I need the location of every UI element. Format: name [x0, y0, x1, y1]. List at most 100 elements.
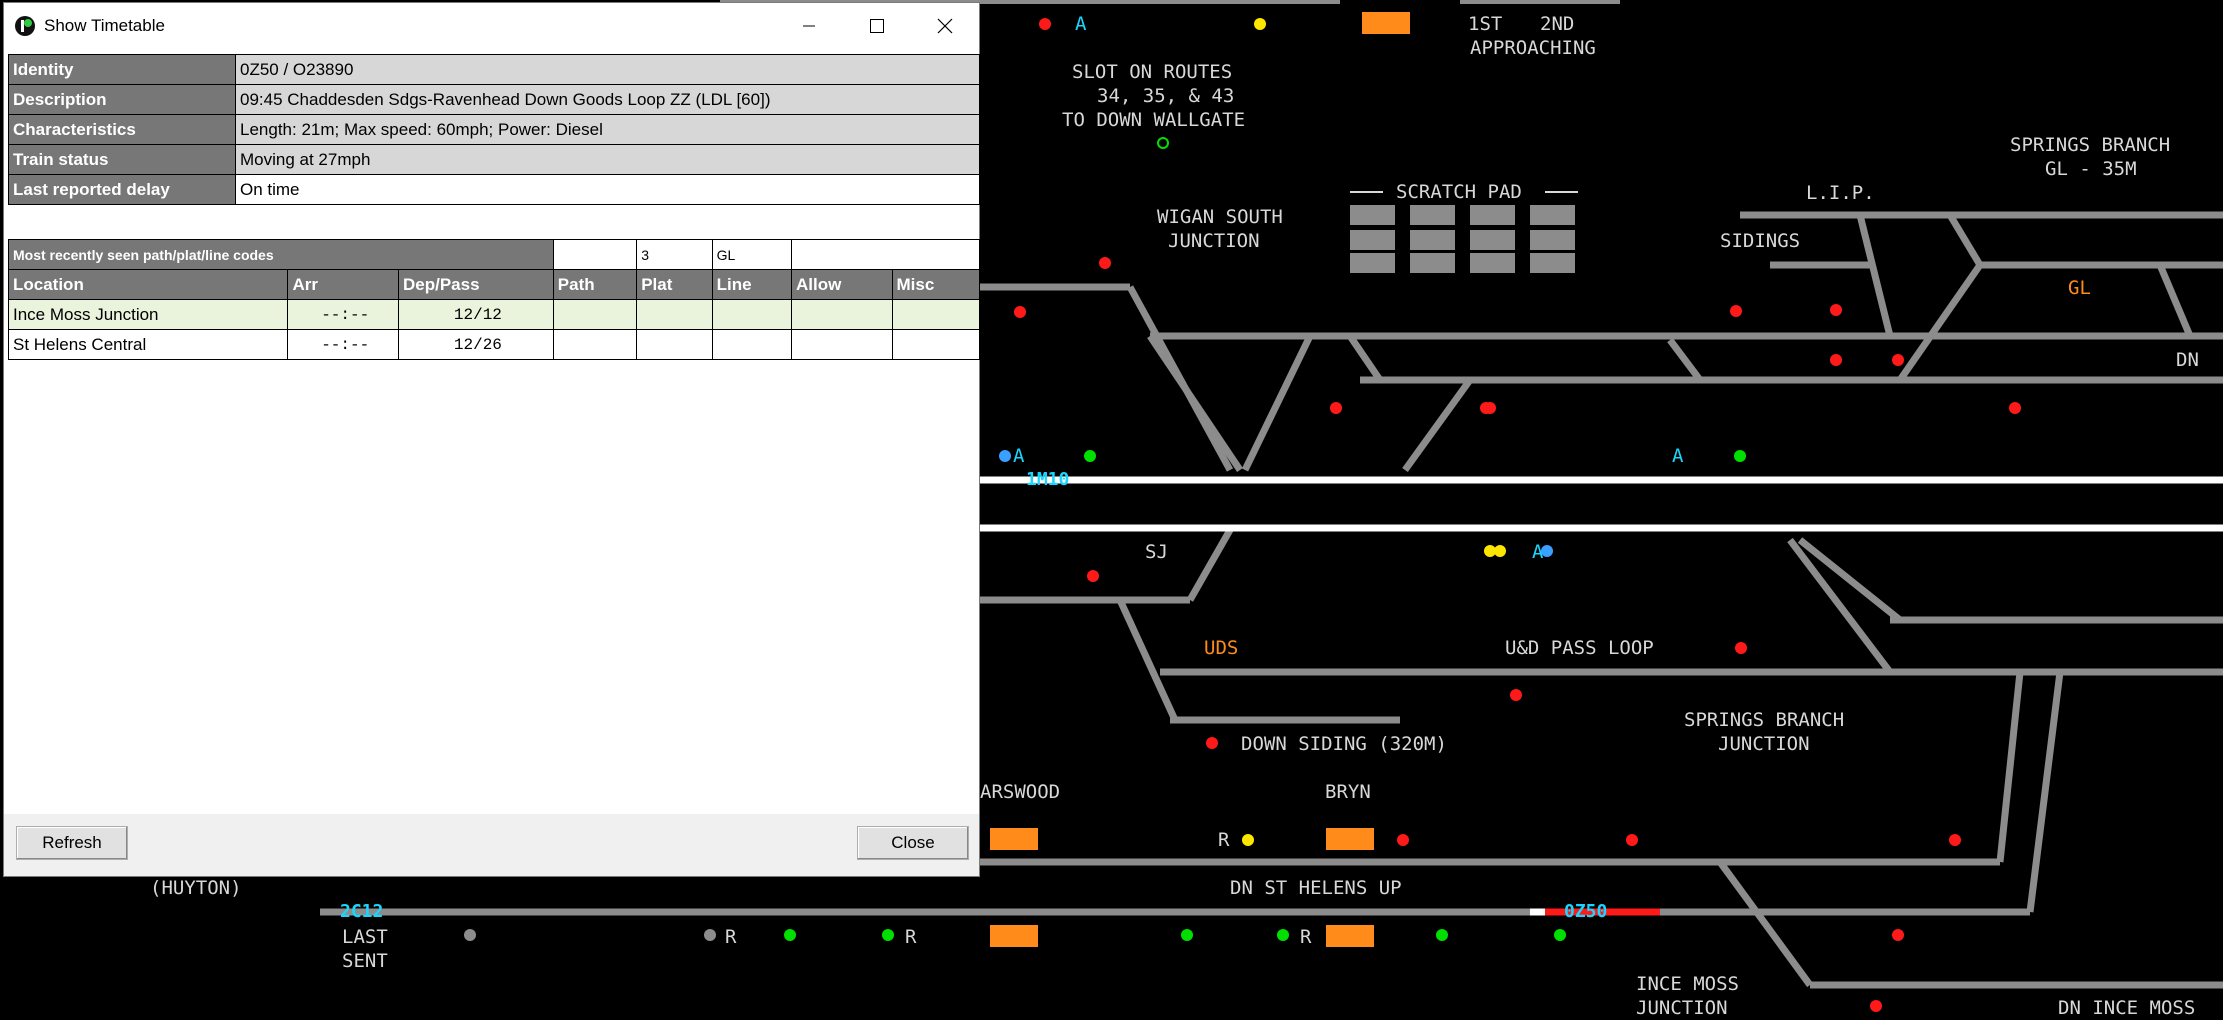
cell-line: [711, 299, 793, 330]
headcode-0z50[interactable]: 0Z50: [1564, 901, 1607, 922]
label-r-1: R: [1218, 829, 1230, 851]
label-dn-st-helens-up: DN ST HELENS UP: [1230, 877, 1402, 899]
close-button[interactable]: Close: [857, 826, 969, 860]
info-value: Length: 21m; Max speed: 60mph; Power: Di…: [235, 114, 980, 145]
cell-path: [552, 329, 638, 360]
label-huyton: (HUYTON): [150, 877, 242, 899]
info-key: Description: [8, 84, 236, 115]
label-sj: SJ: [1145, 541, 1168, 563]
label-sidings: SIDINGS: [1720, 230, 1801, 252]
cell-dep: 12/12: [398, 299, 554, 330]
label-r-3: R: [905, 926, 917, 948]
label-a-4: A: [1532, 541, 1544, 563]
info-key: Characteristics: [8, 114, 236, 145]
close-window-button[interactable]: [911, 3, 979, 49]
table-row[interactable]: Ince Moss Junction --:-- 12/12: [7, 299, 981, 330]
window-title: Show Timetable: [44, 16, 165, 35]
label-sent: SENT: [342, 950, 388, 972]
col-header-arr[interactable]: Arr: [287, 269, 399, 300]
info-key: Train status: [8, 144, 236, 175]
table-row[interactable]: St Helens Central --:-- 12/26: [7, 329, 981, 360]
label-sbj-2: JUNCTION: [1718, 733, 1810, 755]
info-key: Last reported delay: [8, 174, 236, 205]
label-uds: UDS: [1204, 637, 1239, 659]
label-a-2: A: [1013, 445, 1025, 467]
label-approaching: APPROACHING: [1470, 37, 1596, 59]
col-header-misc[interactable]: Misc: [891, 269, 981, 300]
info-row-characteristics: Characteristics Length: 21m; Max speed: …: [8, 114, 980, 145]
col-header-dep-pass[interactable]: Dep/Pass: [398, 269, 554, 300]
info-row-train-status: Train status Moving at 27mph: [8, 144, 980, 175]
label-ince-2: JUNCTION: [1636, 997, 1728, 1019]
info-key: Identity: [8, 54, 236, 85]
line-code: GL: [711, 239, 793, 270]
refresh-button[interactable]: Refresh: [16, 826, 128, 860]
label-last: LAST: [342, 926, 388, 948]
label-gl: GL: [2068, 277, 2091, 299]
scratch-pad-grid: [1350, 191, 1578, 273]
info-value: 09:45 Chaddesden Sdgs-Ravenhead Down Goo…: [235, 84, 980, 115]
info-value: 0Z50 / O23890: [235, 54, 980, 85]
label-a-1: A: [1075, 13, 1087, 35]
info-row-last-delay: Last reported delay On time: [8, 174, 980, 205]
label-a-3: A: [1672, 445, 1684, 467]
cell-arr: --:--: [287, 299, 399, 330]
dialog-body: Identity 0Z50 / O23890 Description 09:45…: [4, 49, 981, 876]
plat-code: 3: [636, 239, 713, 270]
label-bamfurlong: ARSWOOD: [980, 781, 1061, 803]
cell-misc: [891, 329, 981, 360]
label-slot-3: TO DOWN WALLGATE: [1062, 109, 1246, 131]
label-springs-branch-2: GL - 35M: [2045, 158, 2137, 180]
cell-allow: [791, 329, 893, 360]
label-springs-branch-1: SPRINGS BRANCH: [2010, 134, 2171, 156]
label-wigan-2: JUNCTION: [1168, 230, 1260, 252]
headcode-1m10[interactable]: 1M10: [1026, 469, 1069, 490]
info-value: On time: [235, 174, 980, 205]
label-wigan-1: WIGAN SOUTH: [1157, 206, 1283, 228]
path-codes-row: Most recently seen path/plat/line codes …: [8, 239, 980, 270]
cell-location: St Helens Central: [7, 329, 289, 360]
col-header-allow[interactable]: Allow: [791, 269, 893, 300]
info-row-identity: Identity 0Z50 / O23890: [8, 54, 980, 85]
minimize-button[interactable]: [775, 3, 843, 49]
label-slot-2: 34, 35, & 43: [1097, 85, 1235, 107]
maximize-icon: [870, 19, 884, 33]
title-bar[interactable]: Show Timetable: [4, 3, 979, 49]
cell-path: [552, 299, 638, 330]
dialog-footer: Refresh Close: [4, 814, 979, 876]
path-codes-caption: Most recently seen path/plat/line codes: [8, 239, 554, 270]
label-ud-pass-loop: U&D PASS LOOP: [1505, 637, 1654, 659]
label-bryn: BRYN: [1325, 781, 1371, 803]
misc-code: [791, 239, 980, 270]
train-info-table: Identity 0Z50 / O23890 Description 09:45…: [8, 54, 980, 205]
col-header-plat[interactable]: Plat: [636, 269, 713, 300]
cell-plat: [636, 299, 713, 330]
col-header-path[interactable]: Path: [552, 269, 638, 300]
cell-arr: --:--: [287, 329, 399, 360]
label-slot-1: SLOT ON ROUTES: [1072, 61, 1233, 83]
label-dn-right: DN: [2176, 349, 2199, 371]
path-code: [552, 239, 638, 270]
show-timetable-dialog: Show Timetable Identity 0Z50 / O23890 De…: [3, 2, 981, 877]
cell-location: Ince Moss Junction: [7, 299, 289, 330]
label-r-2: R: [725, 926, 737, 948]
cell-plat: [636, 329, 713, 360]
label-ince-1: INCE MOSS: [1636, 973, 1739, 995]
close-icon: [937, 18, 953, 34]
label-scratch-pad: SCRATCH PAD: [1396, 181, 1522, 203]
app-icon: [15, 16, 35, 36]
col-header-location[interactable]: Location: [7, 269, 289, 300]
info-row-description: Description 09:45 Chaddesden Sdgs-Ravenh…: [8, 84, 980, 115]
label-1st: 1ST: [1468, 13, 1503, 35]
timetable-header-row: Location Arr Dep/Pass Path Plat Line All…: [7, 269, 981, 300]
cell-line: [711, 329, 793, 360]
info-value: Moving at 27mph: [235, 144, 980, 175]
cell-misc: [891, 299, 981, 330]
headcode-2c12[interactable]: 2C12: [340, 901, 383, 922]
col-header-line[interactable]: Line: [711, 269, 793, 300]
label-r-4: R: [1300, 926, 1312, 948]
cell-dep: 12/26: [398, 329, 554, 360]
maximize-button[interactable]: [843, 3, 911, 49]
label-lip: L.I.P.: [1806, 182, 1875, 204]
timetable-table: Most recently seen path/plat/line codes …: [7, 239, 981, 360]
